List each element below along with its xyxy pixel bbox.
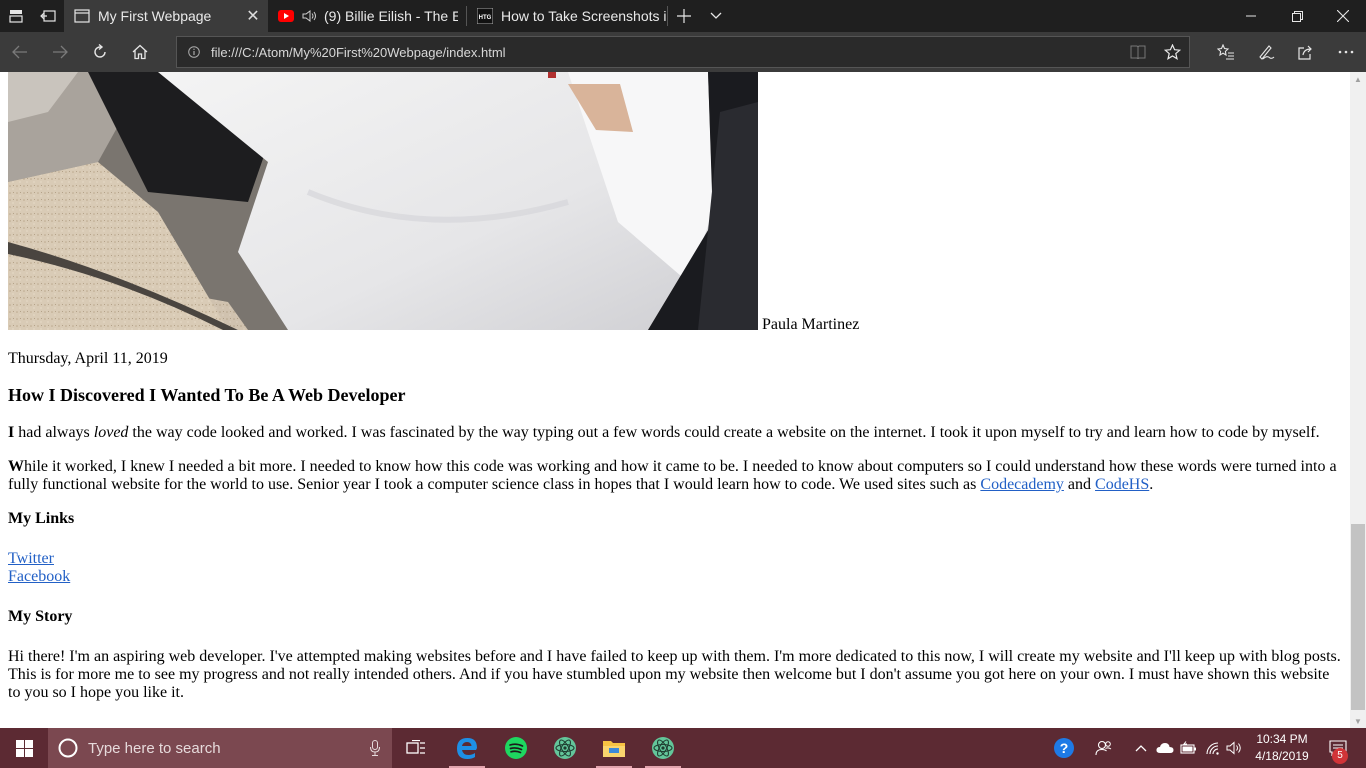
- codehs-link[interactable]: CodeHS: [1095, 476, 1149, 493]
- photo-caption: Paula Martinez: [762, 316, 860, 333]
- windows-start-icon[interactable]: [0, 728, 48, 768]
- new-tab-icon[interactable]: [668, 0, 700, 32]
- minimize-icon[interactable]: [1228, 0, 1274, 32]
- intro-text: had always: [14, 424, 94, 441]
- set-tabs-aside-icon[interactable]: [32, 0, 64, 32]
- close-window-icon[interactable]: [1320, 0, 1366, 32]
- help-icon[interactable]: ?: [1046, 728, 1082, 768]
- people-icon[interactable]: [1088, 728, 1120, 768]
- profile-photo: [8, 72, 758, 330]
- period-text: .: [1149, 476, 1154, 493]
- edge-browser-icon[interactable]: [443, 728, 491, 768]
- tab-title: (9) Billie Eilish - The End: [324, 8, 458, 24]
- battery-icon[interactable]: [1178, 728, 1200, 768]
- facebook-link[interactable]: Facebook: [8, 568, 1342, 586]
- atom-editor-icon[interactable]: [541, 728, 589, 768]
- onedrive-cloud-icon[interactable]: [1154, 728, 1176, 768]
- intro-paragraph: I had always loved the way code looked a…: [8, 424, 1342, 442]
- share-icon[interactable]: [1286, 32, 1326, 72]
- reading-view-icon[interactable]: [1121, 37, 1155, 67]
- vertical-scrollbar[interactable]: ▲ ▼: [1350, 72, 1366, 728]
- address-bar[interactable]: file:///C:/Atom/My%20First%20Webpage/ind…: [176, 36, 1190, 68]
- story-heading: My Story: [8, 608, 73, 625]
- chevron-down-icon[interactable]: [700, 0, 732, 32]
- links-heading: My Links: [8, 510, 75, 527]
- twitter-link[interactable]: Twitter: [8, 550, 1342, 568]
- restore-icon[interactable]: [1274, 0, 1320, 32]
- drop-letter: W: [8, 458, 24, 475]
- more-options-icon[interactable]: [1326, 32, 1366, 72]
- show-hidden-icons-chevron-icon[interactable]: [1130, 728, 1152, 768]
- svg-text:?: ?: [1060, 740, 1069, 756]
- audio-playing-icon[interactable]: [302, 8, 318, 24]
- codecademy-link[interactable]: Codecademy: [980, 476, 1064, 493]
- social-links: Twitter Facebook: [8, 550, 1342, 586]
- cortana-icon[interactable]: [48, 728, 88, 768]
- info-icon[interactable]: [177, 37, 211, 67]
- home-icon[interactable]: [120, 32, 160, 72]
- favorites-hub-icon[interactable]: [1206, 32, 1246, 72]
- emphasis-text: loved: [93, 424, 129, 441]
- search-placeholder[interactable]: Type here to search: [88, 740, 358, 757]
- conjunction-text: and: [1063, 476, 1096, 493]
- story-paragraph: Hi there! I'm an aspiring web developer.…: [8, 648, 1341, 701]
- svg-text:HTG: HTG: [479, 15, 492, 21]
- spotify-icon[interactable]: [492, 728, 540, 768]
- address-text[interactable]: file:///C:/Atom/My%20First%20Webpage/ind…: [211, 45, 1121, 60]
- post-date: Thursday, April 11, 2019: [8, 350, 168, 367]
- scroll-down-arrow-icon[interactable]: ▼: [1350, 714, 1366, 728]
- page-icon: [74, 8, 90, 24]
- close-tab-icon[interactable]: ✕: [238, 0, 268, 32]
- file-explorer-icon[interactable]: [590, 728, 638, 768]
- notification-count-badge: 5: [1332, 748, 1348, 764]
- tab-my-first-webpage[interactable]: My First Webpage ✕: [64, 0, 268, 32]
- second-paragraph: While it worked, I knew I needed a bit m…: [8, 458, 1342, 494]
- task-view-icon[interactable]: [392, 728, 440, 768]
- browser-toolbar: file:///C:/Atom/My%20First%20Webpage/ind…: [0, 32, 1366, 72]
- tab-how-to-take-screenshots[interactable]: HTG How to Take Screenshots in: [467, 0, 667, 32]
- page-viewport: Paula Martinez Thursday, April 11, 2019 …: [0, 72, 1350, 728]
- clock-date: 4/18/2019: [1255, 749, 1309, 763]
- tab-preview-icon[interactable]: [0, 0, 32, 32]
- clock-time: 10:34 PM: [1256, 732, 1308, 746]
- forward-icon[interactable]: [40, 32, 80, 72]
- tab-title: My First Webpage: [98, 8, 212, 24]
- favorite-star-icon[interactable]: [1155, 37, 1189, 67]
- scrollbar-thumb[interactable]: [1351, 524, 1365, 710]
- tab-billie-eilish[interactable]: (9) Billie Eilish - The End: [268, 0, 466, 32]
- windows-taskbar: Type here to search ? 10:34 PM 4/18/2019: [0, 728, 1366, 768]
- article: Thursday, April 11, 2019 How I Discovere…: [8, 350, 1342, 718]
- atom-editor-icon[interactable]: [639, 728, 687, 768]
- volume-icon[interactable]: [1224, 728, 1246, 768]
- htg-icon: HTG: [477, 8, 493, 24]
- microphone-icon[interactable]: [358, 728, 392, 768]
- back-icon[interactable]: [0, 32, 40, 72]
- browser-tab-bar: My First Webpage ✕ (9) Billie Eilish - T…: [0, 0, 1366, 32]
- system-clock[interactable]: 10:34 PM 4/18/2019: [1246, 728, 1318, 768]
- article-heading: How I Discovered I Wanted To Be A Web De…: [8, 385, 406, 405]
- scroll-up-arrow-icon[interactable]: ▲: [1350, 72, 1366, 86]
- intro-text-rest: the way code looked and worked. I was fa…: [128, 424, 1320, 441]
- wifi-icon[interactable]: [1202, 728, 1224, 768]
- tab-title: How to Take Screenshots in: [501, 8, 667, 24]
- web-note-pen-icon[interactable]: [1246, 32, 1286, 72]
- youtube-icon: [278, 8, 294, 24]
- refresh-icon[interactable]: [80, 32, 120, 72]
- taskbar-search-box[interactable]: Type here to search: [48, 728, 392, 768]
